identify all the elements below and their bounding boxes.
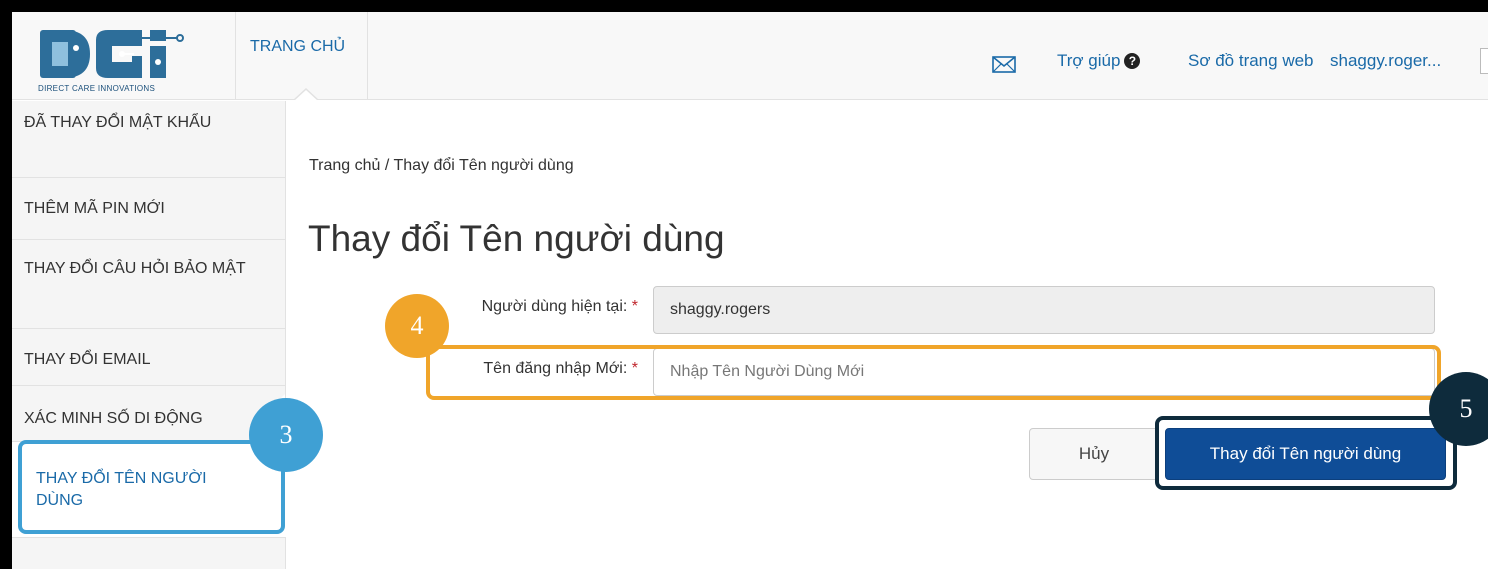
- nav-home-tab[interactable]: TRANG CHỦ: [235, 12, 368, 100]
- sidebar-item-changed-password[interactable]: ĐÃ THAY ĐỔI MẬT KHẨU: [12, 101, 286, 178]
- sitemap-link[interactable]: Sơ đồ trang web: [1188, 51, 1314, 71]
- callout-highlight-submit-button: [1155, 416, 1457, 490]
- dci-logo[interactable]: DIRECT CARE INNOVATIONS: [38, 26, 198, 93]
- help-link[interactable]: Trợ giúp?: [1057, 51, 1141, 71]
- sidebar-item-label: XÁC MINH SỐ DI ĐỘNG: [24, 410, 203, 427]
- current-user-label-text: Người dùng hiện tại:: [481, 298, 628, 315]
- logo-caption: DIRECT CARE INNOVATIONS: [38, 84, 156, 93]
- callout-badge-step-3: 3: [249, 398, 323, 472]
- page-title: Thay đổi Tên người dùng: [308, 218, 725, 259]
- top-header: DIRECT CARE INNOVATIONS TRANG CHỦ Trợ gi…: [12, 12, 1488, 101]
- current-user-field: shaggy.rogers: [653, 286, 1435, 334]
- help-link-label: Trợ giúp: [1057, 51, 1121, 70]
- required-mark: *: [631, 298, 638, 315]
- callout-badge-step-4: 4: [385, 294, 449, 358]
- breadcrumb: Trang chủ / Thay đổi Tên người dùng: [309, 157, 574, 174]
- mail-icon[interactable]: [992, 56, 1016, 73]
- user-menu[interactable]: shaggy.roger...: [1330, 51, 1441, 71]
- user-menu-dropdown-edge[interactable]: [1480, 48, 1488, 74]
- current-user-label: Người dùng hiện tại: *: [482, 298, 638, 316]
- callout-highlight-new-username: [426, 345, 1441, 400]
- nav-active-pointer: [294, 90, 318, 101]
- sidebar-item-label: ĐÃ THAY ĐỔI MẬT KHẨU: [24, 114, 212, 131]
- question-circle-icon: ?: [1124, 53, 1141, 69]
- sidebar-item-label: THAY ĐỔI CÂU HỎI BẢO MẬT: [24, 260, 246, 277]
- current-user-row: Người dùng hiện tại: * shaggy.rogers: [12, 286, 1488, 334]
- callout-highlight-sidebar-item: [18, 440, 285, 534]
- sidebar-item-label: THÊM MÃ PIN MỚI: [24, 200, 165, 217]
- cancel-button[interactable]: Hủy: [1029, 428, 1159, 480]
- sidebar-item-add-pin[interactable]: THÊM MÃ PIN MỚI: [12, 178, 286, 240]
- dci-logo-mark: [40, 30, 184, 78]
- app-frame: DIRECT CARE INNOVATIONS TRANG CHỦ Trợ gi…: [12, 12, 1488, 569]
